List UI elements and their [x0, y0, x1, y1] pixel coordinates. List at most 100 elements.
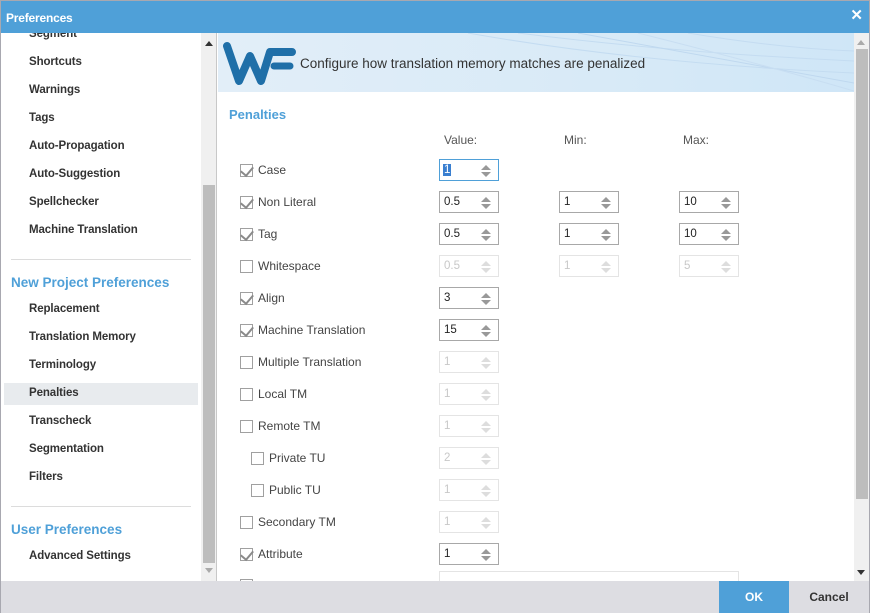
- spinner-arrows-icon[interactable]: [600, 196, 612, 209]
- sidebar-item-replacement[interactable]: Replacement: [29, 303, 100, 315]
- attribute-checkbox[interactable]: [240, 547, 253, 561]
- attribute-value-input[interactable]: 1: [444, 548, 450, 560]
- non-literal-value-spinner[interactable]: 0.5: [439, 191, 499, 213]
- public-tu-checkbox[interactable]: [251, 483, 264, 497]
- secondary-tm-value-spinner[interactable]: 1: [439, 511, 499, 533]
- whitespace-value-input[interactable]: 0.5: [444, 260, 460, 272]
- remote-tm-value-input[interactable]: 1: [444, 420, 450, 432]
- local-tm-checkbox[interactable]: [240, 387, 253, 401]
- sidebar-item-terminology[interactable]: Terminology: [29, 359, 96, 371]
- case-value-input[interactable]: 1: [443, 164, 452, 176]
- ok-button[interactable]: OK: [719, 581, 789, 613]
- non-literal-max-spinner[interactable]: 10: [679, 191, 739, 213]
- local-tm-value-input[interactable]: 1: [444, 388, 450, 400]
- sidebar-item-translation-memory[interactable]: Translation Memory: [29, 331, 136, 343]
- scroll-down-arrow-icon[interactable]: [857, 570, 865, 575]
- penalty-row-remote-tm[interactable]: Remote TM: [240, 419, 320, 433]
- align-value-input[interactable]: 3: [444, 292, 450, 304]
- spinner-arrows-icon[interactable]: [480, 292, 492, 305]
- non-literal-min-spinner[interactable]: 1: [559, 191, 619, 213]
- tag-value-input[interactable]: 0.5: [444, 228, 460, 240]
- penalty-row-secondary-tm[interactable]: Secondary TM: [240, 515, 336, 529]
- local-tm-value-spinner[interactable]: 1: [439, 383, 499, 405]
- whitespace-max-input[interactable]: 5: [684, 260, 690, 272]
- sidebar-item-machine-translation[interactable]: Machine Translation: [29, 224, 138, 236]
- penalty-row-public-tu[interactable]: Public TU: [251, 483, 321, 497]
- penalty-row-machine-translation[interactable]: Machine Translation: [240, 323, 365, 337]
- public-tu-value-spinner[interactable]: 1: [439, 479, 499, 501]
- tag-min-input[interactable]: 1: [564, 228, 570, 240]
- scrollbar-thumb[interactable]: [203, 185, 215, 563]
- tag-min-spinner[interactable]: 1: [559, 223, 619, 245]
- whitespace-min-spinner[interactable]: 1: [559, 255, 619, 277]
- sidebar-item-filters[interactable]: Filters: [29, 471, 63, 483]
- sidebar-item-segmentation[interactable]: Segmentation: [29, 443, 104, 455]
- secondary-tm-value-input[interactable]: 1: [444, 516, 450, 528]
- remote-tm-checkbox[interactable]: [240, 419, 253, 433]
- machine-translation-value-spinner[interactable]: 15: [439, 319, 499, 341]
- tag-value-spinner[interactable]: 0.5: [439, 223, 499, 245]
- case-checkbox[interactable]: [240, 163, 253, 177]
- remote-tm-value-spinner[interactable]: 1: [439, 415, 499, 437]
- partial-input-field[interactable]: [439, 571, 739, 581]
- spinner-arrows-icon[interactable]: [480, 516, 492, 529]
- sidebar-item-penalties[interactable]: Penalties: [29, 387, 79, 399]
- penalty-row-non-literal[interactable]: Non Literal: [240, 195, 316, 209]
- spinner-arrows-icon[interactable]: [720, 196, 732, 209]
- case-value-spinner[interactable]: 1: [439, 159, 499, 181]
- sidebar-scrollbar[interactable]: [201, 33, 216, 581]
- spinner-arrows-icon[interactable]: [480, 324, 492, 337]
- penalty-row-local-tm[interactable]: Local TM: [240, 387, 307, 401]
- scroll-up-arrow-icon[interactable]: [857, 40, 865, 45]
- scroll-down-arrow-icon[interactable]: [205, 568, 213, 573]
- scroll-up-arrow-icon[interactable]: [205, 41, 213, 46]
- sidebar-item-auto-suggestion[interactable]: Auto-Suggestion: [29, 168, 120, 180]
- spinner-arrows-icon[interactable]: [480, 420, 492, 433]
- non-literal-max-input[interactable]: 10: [684, 196, 697, 208]
- sidebar-item-shortcuts[interactable]: Shortcuts: [29, 56, 82, 68]
- spinner-arrows-icon[interactable]: [480, 548, 492, 561]
- sidebar-item-segment[interactable]: Segment: [29, 33, 77, 40]
- whitespace-checkbox[interactable]: [240, 259, 253, 273]
- spinner-arrows-icon[interactable]: [480, 484, 492, 497]
- spinner-arrows-icon[interactable]: [480, 452, 492, 465]
- spinner-arrows-icon[interactable]: [720, 260, 732, 273]
- spinner-arrows-icon[interactable]: [480, 164, 492, 177]
- spinner-arrows-icon[interactable]: [480, 260, 492, 273]
- spinner-arrows-icon[interactable]: [480, 356, 492, 369]
- secondary-tm-checkbox[interactable]: [240, 515, 253, 529]
- attribute-value-spinner[interactable]: 1: [439, 543, 499, 565]
- spinner-arrows-icon[interactable]: [480, 196, 492, 209]
- multiple-translation-value-input[interactable]: 1: [444, 356, 450, 368]
- tag-max-input[interactable]: 10: [684, 228, 697, 240]
- main-scrollbar[interactable]: [854, 33, 869, 581]
- penalty-row-whitespace[interactable]: Whitespace: [240, 259, 321, 273]
- penalty-row-tag[interactable]: Tag: [240, 227, 277, 241]
- whitespace-max-spinner[interactable]: 5: [679, 255, 739, 277]
- close-icon[interactable]: ✕: [850, 8, 863, 24]
- sidebar-item-advanced-settings[interactable]: Advanced Settings: [29, 550, 131, 562]
- sidebar-item-spellchecker[interactable]: Spellchecker: [29, 196, 99, 208]
- spinner-arrows-icon[interactable]: [480, 388, 492, 401]
- non-literal-checkbox[interactable]: [240, 195, 253, 209]
- sidebar-item-tags[interactable]: Tags: [29, 112, 55, 124]
- align-value-spinner[interactable]: 3: [439, 287, 499, 309]
- spinner-arrows-icon[interactable]: [480, 228, 492, 241]
- spinner-arrows-icon[interactable]: [720, 228, 732, 241]
- sidebar-item-auto-propagation[interactable]: Auto-Propagation: [29, 140, 125, 152]
- private-tu-checkbox[interactable]: [251, 451, 264, 465]
- multiple-translation-value-spinner[interactable]: 1: [439, 351, 499, 373]
- machine-translation-checkbox[interactable]: [240, 323, 253, 337]
- penalty-row-private-tu[interactable]: Private TU: [251, 451, 325, 465]
- penalty-row-case[interactable]: Case: [240, 163, 286, 177]
- spinner-arrows-icon[interactable]: [600, 228, 612, 241]
- sidebar-item-warnings[interactable]: Warnings: [29, 84, 80, 96]
- private-tu-value-spinner[interactable]: 2: [439, 447, 499, 469]
- public-tu-value-input[interactable]: 1: [444, 484, 450, 496]
- machine-translation-value-input[interactable]: 15: [444, 324, 457, 336]
- non-literal-min-input[interactable]: 1: [564, 196, 570, 208]
- penalty-row-multiple-translation[interactable]: Multiple Translation: [240, 355, 361, 369]
- penalty-row-attribute[interactable]: Attribute: [240, 547, 303, 561]
- whitespace-min-input[interactable]: 1: [564, 260, 570, 272]
- whitespace-value-spinner[interactable]: 0.5: [439, 255, 499, 277]
